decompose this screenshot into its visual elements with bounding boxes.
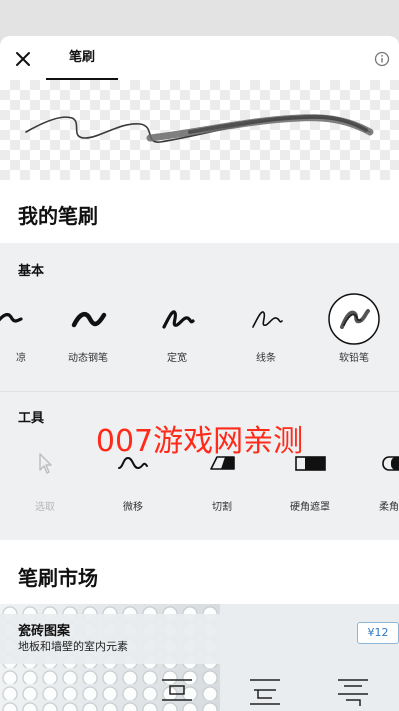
tile-pattern-preview — [150, 666, 399, 711]
basic-label: 基本 — [18, 264, 45, 279]
brush-label: 线条 — [256, 353, 276, 364]
market-header: 笔刷市场 — [0, 540, 399, 604]
info-icon[interactable] — [374, 51, 390, 67]
brush-label: 定宽 — [167, 353, 187, 364]
top-bar: 笔刷 — [0, 36, 399, 80]
partial-brush-icon — [0, 291, 25, 345]
brush-preview-canvas — [0, 80, 399, 180]
tools-panel: 工具 选取 微移 切割 硬角遮罩 柔角 — [0, 392, 399, 540]
tool-label: 切割 — [212, 502, 232, 513]
tab-brushes[interactable]: 笔刷 — [46, 36, 118, 80]
close-icon[interactable] — [12, 48, 34, 70]
section-title-my-brushes: 我的笔刷 — [18, 204, 98, 228]
fixed-width-icon — [147, 291, 207, 345]
tool-label: 柔角 — [379, 502, 399, 513]
watermark-text: 007游戏网亲测 — [95, 424, 304, 459]
basic-brushes-panel: 基本 凉 动态钢笔 定宽 线条 软铅笔 — [0, 243, 399, 391]
brush-sheet: 笔刷 我的笔刷 基本 凉 动态钢笔 定宽 线条 软铅笔 工具 选取 微移 切割 … — [0, 36, 399, 711]
price-button[interactable]: ¥12 — [357, 622, 399, 644]
tool-label: 硬角遮罩 — [290, 502, 330, 513]
line-icon — [236, 291, 296, 345]
brush-stroke-preview — [25, 114, 374, 143]
tool-label: 选取 — [35, 502, 55, 513]
card-subtitle: 地板和墙壁的室内元素 — [18, 640, 128, 653]
brush-label: 软铅笔 — [339, 353, 369, 364]
tool-label: 微移 — [123, 502, 143, 513]
my-brushes-header: 我的笔刷 — [0, 180, 399, 243]
market-card-tile-pattern[interactable]: 瓷砖图案 地板和墙壁的室内元素 ¥12 — [0, 604, 399, 711]
dynamic-pen-icon — [58, 291, 118, 345]
brush-label: 动态钢笔 — [68, 353, 108, 364]
card-title: 瓷砖图案 — [18, 624, 71, 639]
section-title-brush-market: 笔刷市场 — [18, 566, 98, 590]
soft-pencil-icon — [324, 291, 384, 345]
